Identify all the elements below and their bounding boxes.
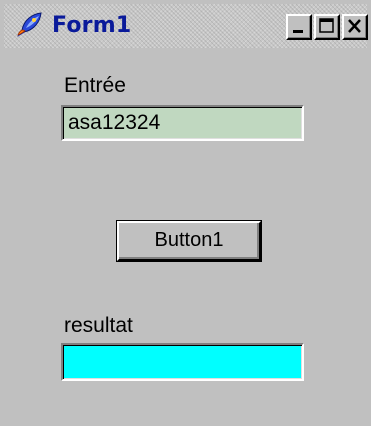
result-field[interactable]: [61, 343, 304, 381]
button1[interactable]: Button1: [117, 221, 261, 261]
maximize-icon: [319, 18, 334, 33]
minimize-icon: [293, 30, 303, 33]
window-title: Form1: [52, 13, 132, 38]
maximize-button[interactable]: [314, 14, 340, 40]
delphi-app-icon[interactable]: [14, 10, 44, 40]
minimize-button[interactable]: [286, 14, 312, 40]
input-label: Entrée: [64, 74, 126, 97]
form1-window: Form1 Entrée Button1 resultat: [0, 0, 371, 426]
title-bar[interactable]: Form1: [4, 4, 368, 48]
close-icon: [348, 19, 361, 33]
input-field[interactable]: [61, 105, 304, 141]
result-label: resultat: [64, 314, 133, 337]
close-button[interactable]: [342, 14, 368, 40]
